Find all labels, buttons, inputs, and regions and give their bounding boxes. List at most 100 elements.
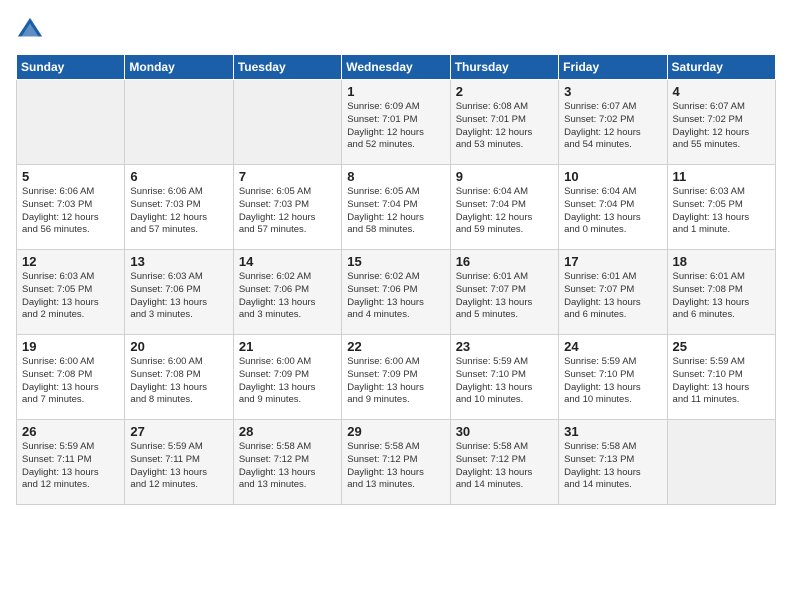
day-info: Sunrise: 6:07 AM Sunset: 7:02 PM Dayligh… — [673, 101, 770, 152]
day-number: 25 — [673, 339, 770, 354]
day-header: Monday — [125, 55, 233, 80]
logo — [16, 16, 48, 44]
day-header: Friday — [559, 55, 667, 80]
calendar-cell: 25 Sunrise: 5:59 AM Sunset: 7:10 PM Dayli… — [667, 335, 775, 420]
calendar-cell: 5Sunrise: 6:06 AM Sunset: 7:03 PM Daylig… — [17, 165, 125, 250]
day-number: 16 — [456, 254, 553, 269]
day-number: 2 — [456, 84, 553, 99]
calendar-cell: 11Sunrise: 6:03 AM Sunset: 7:05 PM Dayli… — [667, 165, 775, 250]
day-header: Wednesday — [342, 55, 450, 80]
day-number: 29 — [347, 424, 444, 439]
calendar-cell: 4 Sunrise: 6:07 AM Sunset: 7:02 PM Daylig… — [667, 80, 775, 165]
day-info: Sunrise: 6:01 AM Sunset: 7:07 PM Dayligh… — [456, 271, 553, 322]
day-info: Sunrise: 5:58 AM Sunset: 7:13 PM Dayligh… — [564, 441, 661, 492]
calendar-cell: 9Sunrise: 6:04 AM Sunset: 7:04 PM Daylig… — [450, 165, 558, 250]
calendar-cell — [17, 80, 125, 165]
day-info: Sunrise: 6:09 AM Sunset: 7:01 PM Dayligh… — [347, 101, 444, 152]
day-number: 17 — [564, 254, 661, 269]
day-number: 18 — [673, 254, 770, 269]
day-number: 9 — [456, 169, 553, 184]
calendar-cell: 31 Sunrise: 5:58 AM Sunset: 7:13 PM Dayli… — [559, 420, 667, 505]
day-info: Sunrise: 6:01 AM Sunset: 7:08 PM Dayligh… — [673, 271, 770, 322]
day-info: Sunrise: 5:59 AM Sunset: 7:10 PM Dayligh… — [564, 356, 661, 407]
day-number: 30 — [456, 424, 553, 439]
calendar-week-row: 19 Sunrise: 6:00 AM Sunset: 7:08 PM Dayli… — [17, 335, 776, 420]
day-number: 22 — [347, 339, 444, 354]
calendar-week-row: 26 Sunrise: 5:59 AM Sunset: 7:11 PM Dayli… — [17, 420, 776, 505]
calendar-cell: 6 Sunrise: 6:06 AM Sunset: 7:03 PM Daylig… — [125, 165, 233, 250]
day-info: Sunrise: 6:00 AM Sunset: 7:08 PM Dayligh… — [22, 356, 119, 407]
day-info: Sunrise: 5:59 AM Sunset: 7:11 PM Dayligh… — [22, 441, 119, 492]
calendar-cell — [125, 80, 233, 165]
calendar-cell: 2 Sunrise: 6:08 AM Sunset: 7:01 PM Daylig… — [450, 80, 558, 165]
day-info: Sunrise: 6:00 AM Sunset: 7:08 PM Dayligh… — [130, 356, 227, 407]
day-number: 1 — [347, 84, 444, 99]
day-number: 7 — [239, 169, 336, 184]
day-header: Sunday — [17, 55, 125, 80]
day-info: Sunrise: 6:05 AM Sunset: 7:03 PM Dayligh… — [239, 186, 336, 237]
calendar-cell: 14Sunrise: 6:02 AM Sunset: 7:06 PM Dayli… — [233, 250, 341, 335]
day-info: Sunrise: 6:08 AM Sunset: 7:01 PM Dayligh… — [456, 101, 553, 152]
calendar-week-row: 12Sunrise: 6:03 AM Sunset: 7:05 PM Dayli… — [17, 250, 776, 335]
day-number: 13 — [130, 254, 227, 269]
day-number: 24 — [564, 339, 661, 354]
page-header — [16, 16, 776, 44]
day-info: Sunrise: 6:05 AM Sunset: 7:04 PM Dayligh… — [347, 186, 444, 237]
day-info: Sunrise: 5:58 AM Sunset: 7:12 PM Dayligh… — [456, 441, 553, 492]
day-number: 26 — [22, 424, 119, 439]
calendar-cell: 21Sunrise: 6:00 AM Sunset: 7:09 PM Dayli… — [233, 335, 341, 420]
day-number: 12 — [22, 254, 119, 269]
calendar-cell: 24 Sunrise: 5:59 AM Sunset: 7:10 PM Dayli… — [559, 335, 667, 420]
day-number: 20 — [130, 339, 227, 354]
day-header: Thursday — [450, 55, 558, 80]
day-number: 28 — [239, 424, 336, 439]
day-number: 14 — [239, 254, 336, 269]
calendar-cell: 23 Sunrise: 5:59 AM Sunset: 7:10 PM Dayli… — [450, 335, 558, 420]
day-number: 3 — [564, 84, 661, 99]
day-number: 31 — [564, 424, 661, 439]
day-info: Sunrise: 6:06 AM Sunset: 7:03 PM Dayligh… — [22, 186, 119, 237]
calendar-cell: 28 Sunrise: 5:58 AM Sunset: 7:12 PM Dayli… — [233, 420, 341, 505]
day-header: Saturday — [667, 55, 775, 80]
day-number: 10 — [564, 169, 661, 184]
day-info: Sunrise: 5:58 AM Sunset: 7:12 PM Dayligh… — [239, 441, 336, 492]
calendar-cell: 17 Sunrise: 6:01 AM Sunset: 7:07 PM Dayli… — [559, 250, 667, 335]
calendar-cell: 12Sunrise: 6:03 AM Sunset: 7:05 PM Dayli… — [17, 250, 125, 335]
day-info: Sunrise: 5:59 AM Sunset: 7:11 PM Dayligh… — [130, 441, 227, 492]
day-number: 4 — [673, 84, 770, 99]
calendar-cell: 7 Sunrise: 6:05 AM Sunset: 7:03 PM Daylig… — [233, 165, 341, 250]
day-number: 19 — [22, 339, 119, 354]
day-info: Sunrise: 6:01 AM Sunset: 7:07 PM Dayligh… — [564, 271, 661, 322]
day-info: Sunrise: 5:59 AM Sunset: 7:10 PM Dayligh… — [456, 356, 553, 407]
logo-icon — [16, 16, 44, 44]
day-info: Sunrise: 6:03 AM Sunset: 7:05 PM Dayligh… — [673, 186, 770, 237]
calendar-cell: 30 Sunrise: 5:58 AM Sunset: 7:12 PM Dayli… — [450, 420, 558, 505]
calendar-cell: 22 Sunrise: 6:00 AM Sunset: 7:09 PM Dayli… — [342, 335, 450, 420]
day-header: Tuesday — [233, 55, 341, 80]
day-info: Sunrise: 6:02 AM Sunset: 7:06 PM Dayligh… — [347, 271, 444, 322]
day-number: 23 — [456, 339, 553, 354]
calendar-cell: 26 Sunrise: 5:59 AM Sunset: 7:11 PM Dayli… — [17, 420, 125, 505]
day-info: Sunrise: 6:04 AM Sunset: 7:04 PM Dayligh… — [564, 186, 661, 237]
day-number: 6 — [130, 169, 227, 184]
calendar-cell: 3Sunrise: 6:07 AM Sunset: 7:02 PM Daylig… — [559, 80, 667, 165]
day-info: Sunrise: 6:00 AM Sunset: 7:09 PM Dayligh… — [347, 356, 444, 407]
calendar-cell — [667, 420, 775, 505]
calendar-cell: 10 Sunrise: 6:04 AM Sunset: 7:04 PM Dayli… — [559, 165, 667, 250]
calendar-cell: 18 Sunrise: 6:01 AM Sunset: 7:08 PM Dayli… — [667, 250, 775, 335]
calendar-cell: 1 Sunrise: 6:09 AM Sunset: 7:01 PM Daylig… — [342, 80, 450, 165]
day-info: Sunrise: 5:58 AM Sunset: 7:12 PM Dayligh… — [347, 441, 444, 492]
calendar-table: SundayMondayTuesdayWednesdayThursdayFrid… — [16, 54, 776, 505]
calendar-cell: 13 Sunrise: 6:03 AM Sunset: 7:06 PM Dayli… — [125, 250, 233, 335]
calendar-cell: 29 Sunrise: 5:58 AM Sunset: 7:12 PM Dayli… — [342, 420, 450, 505]
calendar-cell: 27 Sunrise: 5:59 AM Sunset: 7:11 PM Dayli… — [125, 420, 233, 505]
day-number: 27 — [130, 424, 227, 439]
calendar-cell: 19 Sunrise: 6:00 AM Sunset: 7:08 PM Dayli… — [17, 335, 125, 420]
day-number: 21 — [239, 339, 336, 354]
calendar-cell: 16 Sunrise: 6:01 AM Sunset: 7:07 PM Dayli… — [450, 250, 558, 335]
day-info: Sunrise: 5:59 AM Sunset: 7:10 PM Dayligh… — [673, 356, 770, 407]
calendar-cell: 8Sunrise: 6:05 AM Sunset: 7:04 PM Daylig… — [342, 165, 450, 250]
calendar-cell — [233, 80, 341, 165]
day-info: Sunrise: 6:03 AM Sunset: 7:06 PM Dayligh… — [130, 271, 227, 322]
day-info: Sunrise: 6:06 AM Sunset: 7:03 PM Dayligh… — [130, 186, 227, 237]
